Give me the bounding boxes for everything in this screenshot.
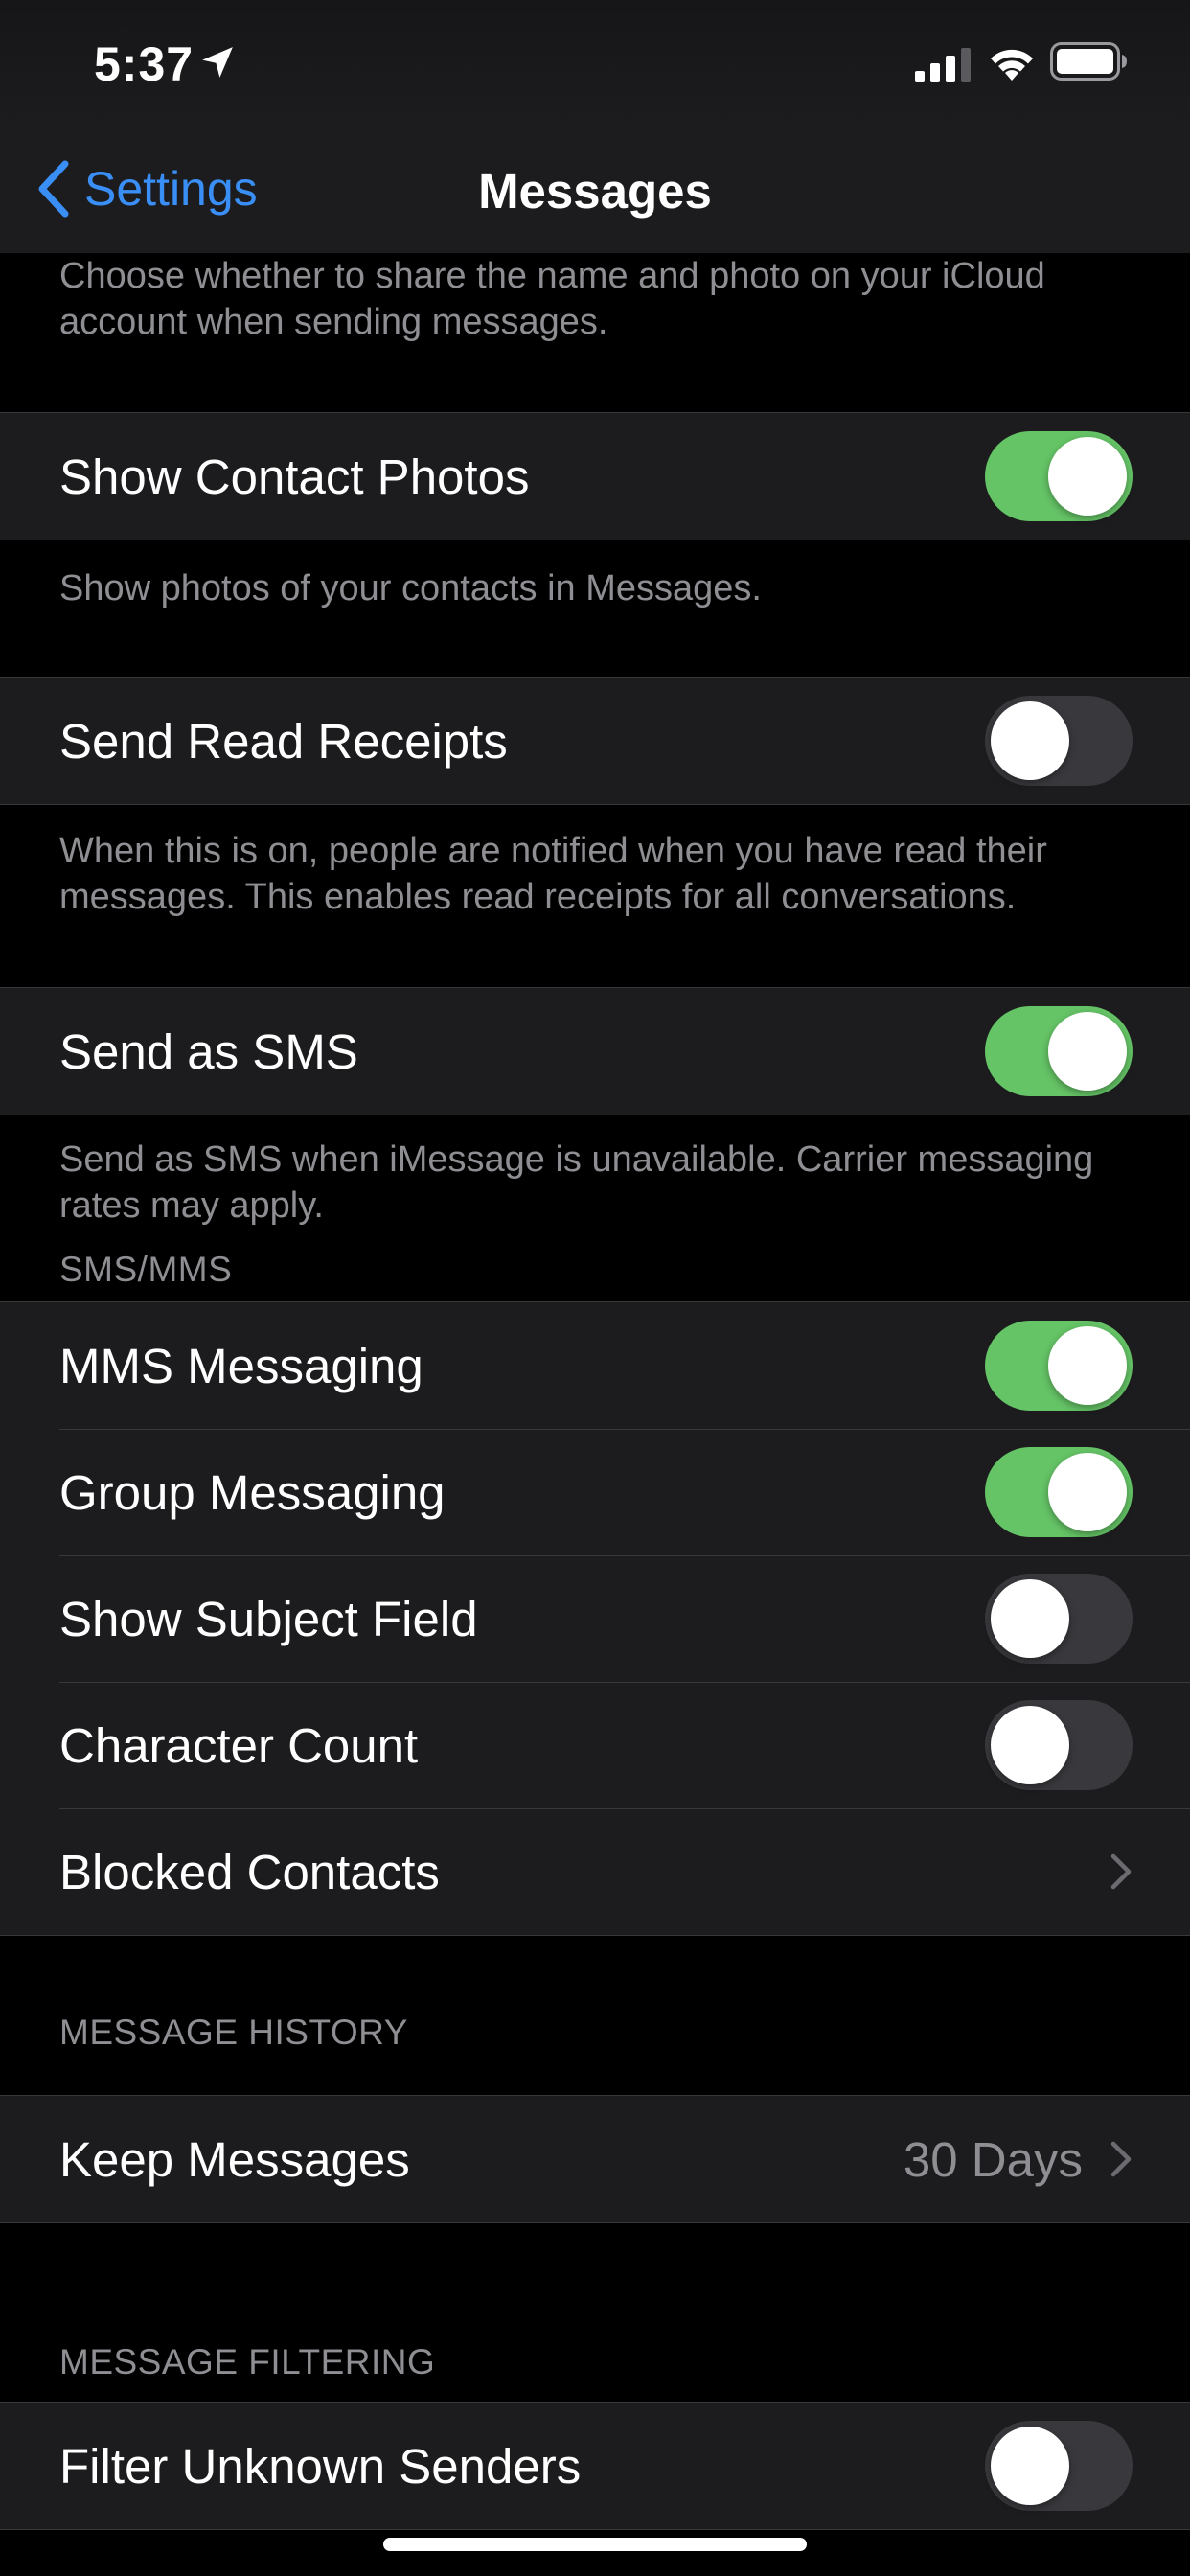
message-history-section-header: MESSAGE HISTORY xyxy=(59,2012,408,2052)
message-filtering-group: Filter Unknown Senders xyxy=(0,2402,1190,2530)
toggle-knob xyxy=(1048,1326,1127,1405)
show-contact-photos-group: Show Contact Photos xyxy=(0,412,1190,540)
message-filtering-section-header: MESSAGE FILTERING xyxy=(59,2342,436,2381)
show-contact-photos-row: Show Contact Photos xyxy=(0,413,1190,540)
mms-messaging-row: MMS Messaging xyxy=(0,1302,1190,1429)
send-read-receipts-group: Send Read Receipts xyxy=(0,677,1190,805)
filter-unknown-senders-label: Filter Unknown Senders xyxy=(59,2438,582,2494)
send-as-sms-footer: Send as SMS when iMessage is unavailable… xyxy=(59,1139,1094,1226)
character-count-toggle[interactable] xyxy=(985,1700,1133,1790)
send-as-sms-row: Send as SMS xyxy=(0,988,1190,1115)
send-as-sms-group: Send as SMS xyxy=(0,987,1190,1116)
filter-unknown-senders-toggle[interactable] xyxy=(985,2421,1133,2511)
chevron-right-icon xyxy=(1110,1853,1132,1890)
blocked-contacts-label: Blocked Contacts xyxy=(59,1844,440,1899)
keep-messages-row[interactable]: Keep Messages 30 Days xyxy=(0,2096,1190,2222)
toggle-knob xyxy=(991,2426,1069,2505)
toggle-knob xyxy=(991,1706,1069,1784)
toggle-knob xyxy=(1048,437,1127,516)
show-contact-photos-footer: Show photos of your contacts in Messages… xyxy=(59,568,762,609)
filter-unknown-senders-row: Filter Unknown Senders xyxy=(0,2403,1190,2529)
toggle-knob xyxy=(991,1579,1069,1658)
cellular-signal-icon xyxy=(915,48,971,82)
home-indicator[interactable] xyxy=(383,2538,807,2551)
show-contact-photos-label: Show Contact Photos xyxy=(59,448,530,504)
group-messaging-toggle[interactable] xyxy=(985,1447,1133,1537)
group-messaging-label: Group Messaging xyxy=(59,1464,446,1520)
show-subject-field-toggle[interactable] xyxy=(985,1574,1133,1664)
sms-mms-section-header: SMS/MMS xyxy=(59,1250,233,1289)
blocked-contacts-row[interactable]: Blocked Contacts xyxy=(0,1808,1190,1935)
toggle-knob xyxy=(991,702,1069,780)
show-subject-field-label: Show Subject Field xyxy=(59,1591,478,1646)
icloud-share-footer: Choose whether to share the name and pho… xyxy=(59,256,1045,342)
send-read-receipts-row: Send Read Receipts xyxy=(0,678,1190,804)
toggle-knob xyxy=(1048,1453,1127,1531)
location-arrow-icon xyxy=(202,47,233,78)
send-as-sms-label: Send as SMS xyxy=(59,1024,358,1079)
show-contact-photos-toggle[interactable] xyxy=(985,431,1133,521)
mms-messaging-label: MMS Messaging xyxy=(59,1338,423,1393)
send-read-receipts-label: Send Read Receipts xyxy=(59,713,508,769)
wifi-icon xyxy=(991,49,1033,80)
navigation-bar: Settings Messages xyxy=(0,126,1190,253)
toggle-knob xyxy=(1048,1012,1127,1091)
send-read-receipts-footer: When this is on, people are notified whe… xyxy=(59,831,1047,917)
message-history-group: Keep Messages 30 Days xyxy=(0,2095,1190,2223)
battery-icon xyxy=(1050,42,1127,80)
page-title: Messages xyxy=(478,164,712,218)
mms-messaging-toggle[interactable] xyxy=(985,1321,1133,1411)
send-read-receipts-toggle[interactable] xyxy=(985,696,1133,786)
keep-messages-label: Keep Messages xyxy=(59,2131,410,2187)
sms-mms-group: MMS Messaging Group Messaging Show Subje… xyxy=(0,1301,1190,1936)
messages-settings-screen: 5:37 Settings Messages Choose whether to… xyxy=(0,0,1190,2576)
character-count-label: Character Count xyxy=(59,1717,419,1773)
show-subject-field-row: Show Subject Field xyxy=(0,1555,1190,1682)
character-count-row: Character Count xyxy=(0,1682,1190,1808)
chevron-right-icon xyxy=(1110,2141,1132,2177)
settings-list: Choose whether to share the name and pho… xyxy=(0,253,1190,2530)
send-as-sms-toggle[interactable] xyxy=(985,1006,1133,1096)
status-bar: 5:37 xyxy=(0,0,1190,126)
status-time: 5:37 xyxy=(94,37,195,91)
group-messaging-row: Group Messaging xyxy=(0,1429,1190,1555)
keep-messages-value: 30 Days xyxy=(903,2131,1083,2187)
